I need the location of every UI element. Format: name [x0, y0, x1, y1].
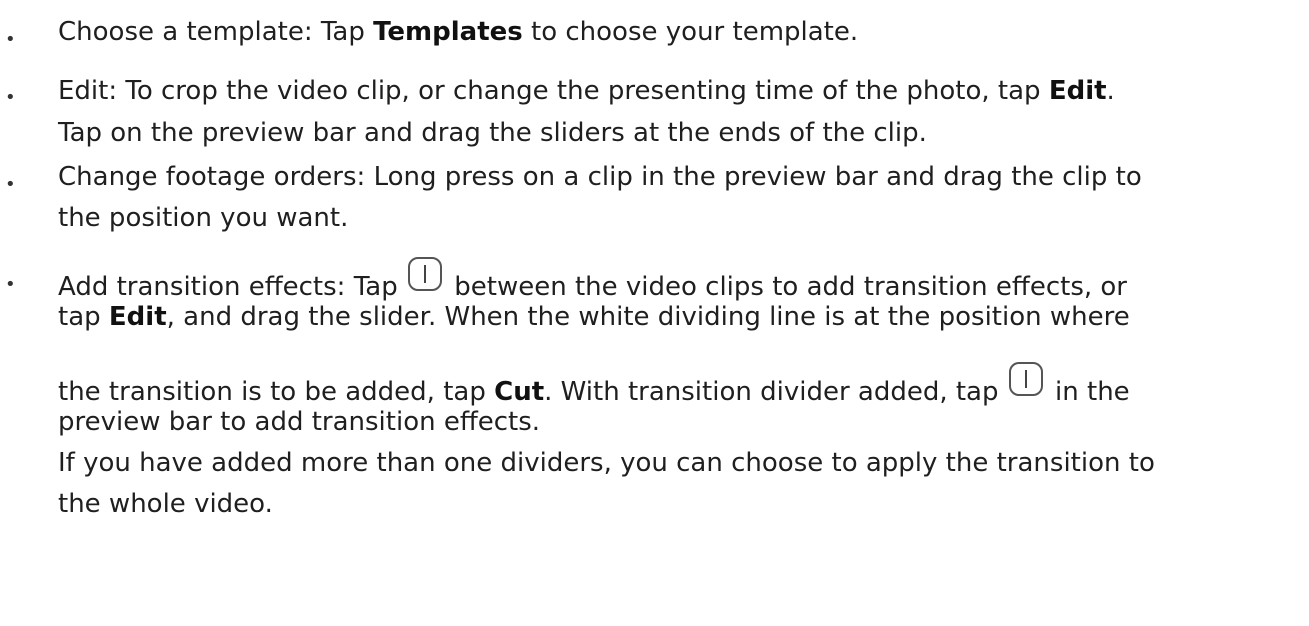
list-item-text: Tap on the preview bar and drag the slid… — [58, 118, 927, 148]
list-item-text: the position you want. — [58, 203, 349, 233]
transition-divider-icon — [407, 257, 442, 291]
bullet: • — [5, 87, 16, 108]
bullet: • — [5, 29, 16, 50]
list-item-text: Choose a template: Tap Templates to choo… — [58, 17, 859, 47]
transition-divider-icon — [1008, 362, 1043, 396]
list-item-text: If you have added more than one dividers… — [58, 448, 1155, 478]
help-document: • Choose a template: Tap Templates to ch… — [0, 0, 1309, 626]
divider-bar — [423, 265, 426, 283]
list-item-text: the whole video. — [58, 489, 273, 519]
edit-term: Edit — [108, 302, 167, 332]
list-item-text: Edit: To crop the video clip, or change … — [58, 76, 1115, 106]
divider-bar — [1024, 370, 1027, 388]
templates-term: Templates — [373, 17, 523, 47]
edit-term: Edit — [1048, 76, 1107, 106]
bullet: • — [5, 274, 16, 295]
list-item-text: Change footage orders: Long press on a c… — [58, 162, 1142, 192]
bullet: • — [5, 174, 16, 195]
list-item-text: preview bar to add transition effects. — [58, 407, 541, 437]
list-item-text: tap Edit, and drag the slider. When the … — [58, 302, 1130, 332]
